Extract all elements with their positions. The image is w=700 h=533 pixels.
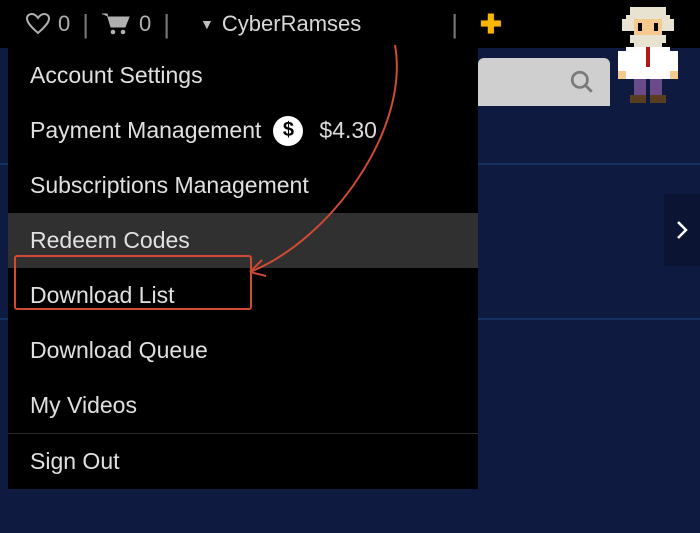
wishlist-button[interactable]: 0 <box>26 11 70 37</box>
wallet-balance: $4.30 <box>319 117 377 144</box>
menu-item-label: Subscriptions Management <box>30 172 309 199</box>
menu-item-label: Sign Out <box>30 448 120 475</box>
user-avatar[interactable] <box>614 6 682 104</box>
separator: | <box>451 9 458 40</box>
menu-item-label: Download List <box>30 282 174 309</box>
menu-item-label: Payment Management <box>30 117 261 144</box>
account-dropdown-menu: Account Settings Payment Management $ $4… <box>8 48 478 489</box>
search-bar[interactable] <box>478 58 610 106</box>
ps-plus-area[interactable]: | ✚ <box>439 9 502 40</box>
menu-item-download-queue[interactable]: Download Queue <box>8 323 478 378</box>
menu-item-label: Download Queue <box>30 337 208 364</box>
carousel-next-button[interactable] <box>664 194 700 266</box>
top-bar: 0 | 0 | ▼ CyberRamses | ✚ <box>0 0 700 48</box>
heart-icon <box>26 13 50 35</box>
menu-item-subscriptions[interactable]: Subscriptions Management <box>8 158 478 213</box>
caret-down-icon: ▼ <box>200 16 214 32</box>
menu-item-download-list[interactable]: Download List <box>8 268 478 323</box>
cart-icon <box>101 12 131 36</box>
menu-item-label: Redeem Codes <box>30 227 190 254</box>
dollar-icon: $ <box>273 116 303 146</box>
menu-item-account-settings[interactable]: Account Settings <box>8 48 478 103</box>
cart-count: 0 <box>139 11 151 37</box>
menu-item-sign-out[interactable]: Sign Out <box>8 434 478 489</box>
menu-item-redeem-codes[interactable]: Redeem Codes <box>8 213 478 268</box>
menu-item-label: My Videos <box>30 392 137 419</box>
cart-button[interactable]: 0 <box>101 11 151 37</box>
separator: | <box>163 9 170 40</box>
user-menu-toggle[interactable]: ▼ CyberRamses <box>182 0 379 48</box>
search-icon <box>569 69 595 95</box>
menu-item-my-videos[interactable]: My Videos <box>8 378 478 433</box>
menu-item-payment-management[interactable]: Payment Management $ $4.30 <box>8 103 478 158</box>
menu-item-label: Account Settings <box>30 62 203 89</box>
username-label: CyberRamses <box>222 11 361 37</box>
chevron-right-icon <box>676 220 688 240</box>
avatar-sprite-icon <box>614 6 682 104</box>
separator: | <box>82 9 89 40</box>
wishlist-count: 0 <box>58 11 70 37</box>
plus-icon: ✚ <box>480 9 502 40</box>
